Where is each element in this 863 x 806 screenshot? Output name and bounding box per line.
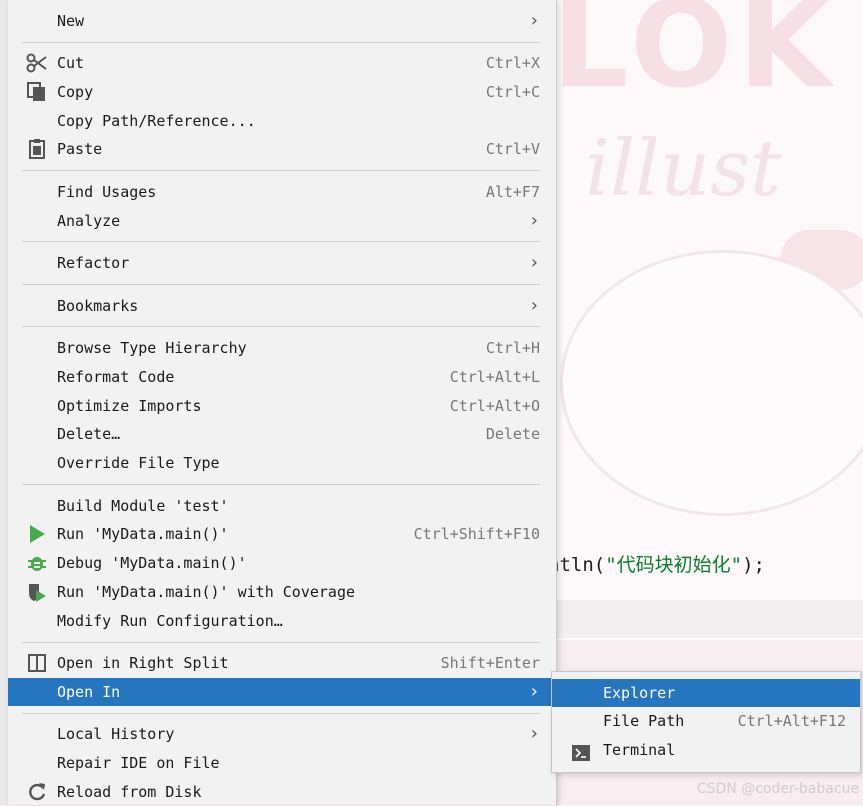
split-icon (26, 653, 48, 673)
editor-panel-bar (552, 600, 863, 638)
menu-item-override-file-type[interactable]: Override File Type (8, 449, 556, 477)
clipboard-icon (26, 139, 48, 159)
terminal-icon (572, 742, 590, 761)
menu-item-bookmarks[interactable]: Bookmarks › (8, 292, 556, 320)
open-in-submenu: Explorer File Path Ctrl+Alt+F12 Terminal (551, 671, 861, 773)
menu-item-paste[interactable]: Paste Ctrl+V (8, 135, 556, 163)
menu-item-optimize-imports[interactable]: Optimize Imports Ctrl+Alt+O (8, 392, 556, 420)
chevron-right-icon: › (530, 10, 538, 31)
menu-separator (22, 484, 540, 485)
chevron-right-icon: › (530, 681, 538, 702)
submenu-item-explorer[interactable]: Explorer (552, 679, 860, 707)
copy-icon (26, 82, 48, 102)
menu-item-run[interactable]: Run 'MyData.main()' Ctrl+Shift+F10 (8, 520, 556, 548)
menu-separator (22, 713, 540, 714)
menu-separator (22, 170, 540, 171)
reload-icon (26, 782, 48, 802)
chevron-right-icon: › (530, 723, 538, 744)
debug-icon (26, 553, 48, 573)
menu-item-reformat-code[interactable]: Reformat Code Ctrl+Alt+L (8, 363, 556, 391)
menu-item-modify-run-config[interactable]: Modify Run Configuration… (8, 607, 556, 635)
menu-item-find-usages[interactable]: Find Usages Alt+F7 (8, 178, 556, 206)
menu-item-run-with-coverage[interactable]: Run 'MyData.main()' with Coverage (8, 578, 556, 606)
menu-item-build-module[interactable]: Build Module 'test' (8, 492, 556, 520)
submenu-item-terminal[interactable]: Terminal (552, 736, 860, 764)
menu-item-copy-path[interactable]: Copy Path/Reference... (8, 107, 556, 135)
menu-item-new[interactable]: New › (8, 7, 556, 35)
run-icon (26, 524, 48, 544)
menu-separator (22, 642, 540, 643)
menu-item-repair-ide[interactable]: Repair IDE on File (8, 749, 556, 777)
project-panel-edge (0, 0, 8, 805)
context-menu: New › Cut Ctrl+X Copy Ctrl+C Copy Path/R… (8, 0, 557, 805)
editor-code-line: ntln("代码块初始化"); (548, 554, 765, 576)
menu-separator (22, 42, 540, 43)
submenu-item-file-path[interactable]: File Path Ctrl+Alt+F12 (552, 707, 860, 735)
coverage-icon (26, 582, 48, 602)
menu-separator (22, 284, 540, 285)
menu-item-refactor[interactable]: Refactor › (8, 249, 556, 277)
menu-separator (22, 326, 540, 327)
menu-item-browse-type-hierarchy[interactable]: Browse Type Hierarchy Ctrl+H (8, 334, 556, 362)
menu-separator (22, 241, 540, 242)
chevron-right-icon: › (530, 295, 538, 316)
menu-item-delete[interactable]: Delete… Delete (8, 420, 556, 448)
wallpaper-script: illust (585, 124, 782, 214)
menu-item-open-right-split[interactable]: Open in Right Split Shift+Enter (8, 649, 556, 677)
menu-item-cut[interactable]: Cut Ctrl+X (8, 49, 556, 77)
menu-item-reload-from-disk[interactable]: Reload from Disk (8, 778, 556, 806)
scissors-icon (26, 53, 48, 73)
wallpaper-lettering: LOK (552, 0, 838, 115)
menu-item-open-in[interactable]: Open In › (8, 678, 556, 706)
watermark: CSDN @coder-babacue (696, 781, 859, 797)
chevron-right-icon: › (530, 252, 538, 273)
menu-item-local-history[interactable]: Local History › (8, 720, 556, 748)
menu-item-analyze[interactable]: Analyze › (8, 207, 556, 235)
chevron-right-icon: › (530, 210, 538, 231)
menu-item-copy[interactable]: Copy Ctrl+C (8, 78, 556, 106)
menu-item-debug[interactable]: Debug 'MyData.main()' (8, 549, 556, 577)
